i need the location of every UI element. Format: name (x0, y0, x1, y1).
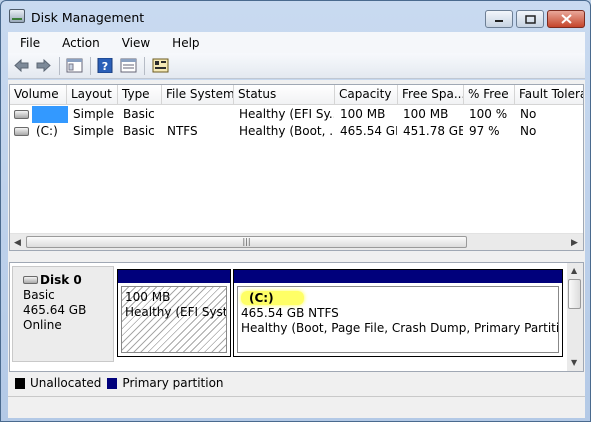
forward-arrow-icon[interactable] (35, 58, 52, 73)
close-icon (560, 14, 572, 24)
unallocated-swatch (15, 377, 25, 389)
settings-icon[interactable] (152, 58, 169, 73)
c-drive-partition[interactable]: (C:) 465.54 GB NTFS Healthy (Boot, Page … (233, 269, 563, 357)
column-header-capacity[interactable]: Capacity (335, 85, 398, 105)
status-cell: Healthy (Boot, ... (239, 124, 334, 138)
legend: Unallocated Primary partition (9, 373, 584, 393)
partition-bar (234, 270, 562, 283)
volume-list: Volume Layout Type File System Status Ca… (9, 84, 584, 251)
fault-tolerance-cell: No (520, 107, 537, 121)
menu-bar: File Action View Help (8, 32, 585, 53)
svg-text:?: ? (102, 60, 108, 73)
volume-name-cell: (C:) (36, 124, 58, 138)
column-header-file-system[interactable]: File System (162, 85, 234, 105)
menu-help[interactable]: Help (161, 36, 210, 50)
volume-list-header: Volume Layout Type File System Status Ca… (10, 85, 583, 105)
back-arrow-icon[interactable] (13, 58, 30, 73)
file-system-cell: NTFS (167, 124, 198, 138)
toolbar-separator (90, 57, 91, 75)
column-header-status[interactable]: Status (234, 85, 335, 105)
disk-name: Disk 0 (40, 273, 82, 287)
menu-action[interactable]: Action (51, 36, 111, 50)
percent-free-cell: 100 % (469, 107, 508, 121)
partition-bar (118, 270, 230, 283)
free-space-cell: 451.78 GB (403, 124, 463, 138)
disk-graphical-view: Disk 0 Basic 465.64 GB Online 100 MB Hea… (9, 262, 584, 372)
volume-name-cell-selected[interactable] (32, 106, 68, 123)
column-header-free-space[interactable]: Free Spa... (398, 85, 464, 105)
c-drive-partition-body: (C:) 465.54 GB NTFS Healthy (Boot, Page … (237, 286, 559, 353)
efi-partition-status: Healthy (EFI System Partition) (125, 305, 226, 319)
menu-view[interactable]: View (111, 36, 161, 50)
window-title: Disk Management (31, 10, 145, 25)
fault-tolerance-cell: No (520, 124, 537, 138)
type-cell: Basic (123, 124, 155, 138)
status-cell: Healthy (EFI Sy... (239, 107, 334, 121)
properties-icon[interactable] (66, 58, 83, 73)
disk-size: 465.64 GB (23, 303, 87, 317)
legend-unallocated: Unallocated (30, 376, 102, 390)
vertical-scrollbar[interactable]: ▲ ▼ (567, 263, 583, 371)
disk-0-label[interactable]: Disk 0 Basic 465.64 GB Online (12, 266, 114, 362)
horizontal-scrollbar[interactable]: ◀ ||| ▶ (10, 233, 583, 250)
disk-management-app-icon (9, 9, 25, 23)
menu-file[interactable]: File (8, 36, 51, 50)
show-hide-icon[interactable] (120, 58, 137, 73)
c-drive-size: 465.54 GB NTFS (241, 306, 339, 320)
maximize-button[interactable] (516, 10, 544, 28)
toolbar-separator (59, 57, 60, 75)
layout-cell: Simple (73, 124, 114, 138)
disk-management-window: Disk Management File Action View Help ? … (0, 0, 591, 422)
volume-icon (14, 110, 29, 119)
disk-type: Basic (23, 288, 55, 302)
type-cell: Basic (123, 107, 155, 121)
maximize-icon (524, 14, 536, 24)
scroll-down-icon[interactable]: ▼ (571, 358, 577, 367)
content-area: Volume Layout Type File System Status Ca… (8, 80, 585, 418)
disk-state: Online (23, 318, 62, 332)
close-button[interactable] (547, 10, 585, 28)
help-icon[interactable]: ? (97, 58, 114, 73)
column-header-volume[interactable]: Volume (10, 85, 67, 105)
layout-cell: Simple (73, 107, 114, 121)
volume-icon (14, 127, 29, 136)
table-row[interactable]: (C:) Simple Basic NTFS Healthy (Boot, ..… (10, 123, 583, 140)
scroll-left-icon[interactable]: ◀ (14, 238, 21, 248)
column-header-percent-free[interactable]: % Free (464, 85, 515, 105)
efi-partition[interactable]: 100 MB Healthy (EFI System Partition) (117, 269, 231, 357)
disk-icon (23, 276, 38, 284)
vertical-scroll-thumb[interactable] (568, 279, 581, 309)
column-header-fault-tolerance[interactable]: Fault Tolera (515, 85, 583, 105)
minimize-icon (495, 20, 503, 22)
table-row[interactable]: Simple Basic Healthy (EFI Sy... 100 MB 1… (10, 106, 583, 123)
c-drive-status: Healthy (Boot, Page File, Crash Dump, Pr… (241, 321, 559, 335)
toolbar-separator (144, 57, 145, 75)
capacity-cell: 465.54 GB (340, 124, 397, 138)
primary-partition-swatch (107, 377, 118, 389)
file-system-cell (163, 106, 233, 123)
c-drive-label: (C:) (241, 291, 304, 305)
column-header-type[interactable]: Type (118, 85, 162, 105)
minimize-button[interactable] (485, 10, 513, 28)
column-header-layout[interactable]: Layout (67, 85, 118, 105)
toolbar: ? (8, 53, 585, 79)
free-space-cell: 100 MB (403, 107, 449, 121)
legend-primary-partition: Primary partition (122, 376, 224, 390)
title-bar[interactable]: Disk Management (1, 1, 590, 33)
scroll-up-icon[interactable]: ▲ (571, 266, 577, 275)
efi-partition-size: 100 MB (125, 290, 171, 304)
scroll-right-icon[interactable]: ▶ (571, 238, 578, 248)
percent-free-cell: 97 % (469, 124, 500, 138)
status-bar (8, 396, 585, 418)
capacity-cell: 100 MB (340, 107, 386, 121)
efi-partition-body: 100 MB Healthy (EFI System Partition) (121, 286, 227, 353)
horizontal-scroll-thumb[interactable]: ||| (26, 236, 467, 248)
